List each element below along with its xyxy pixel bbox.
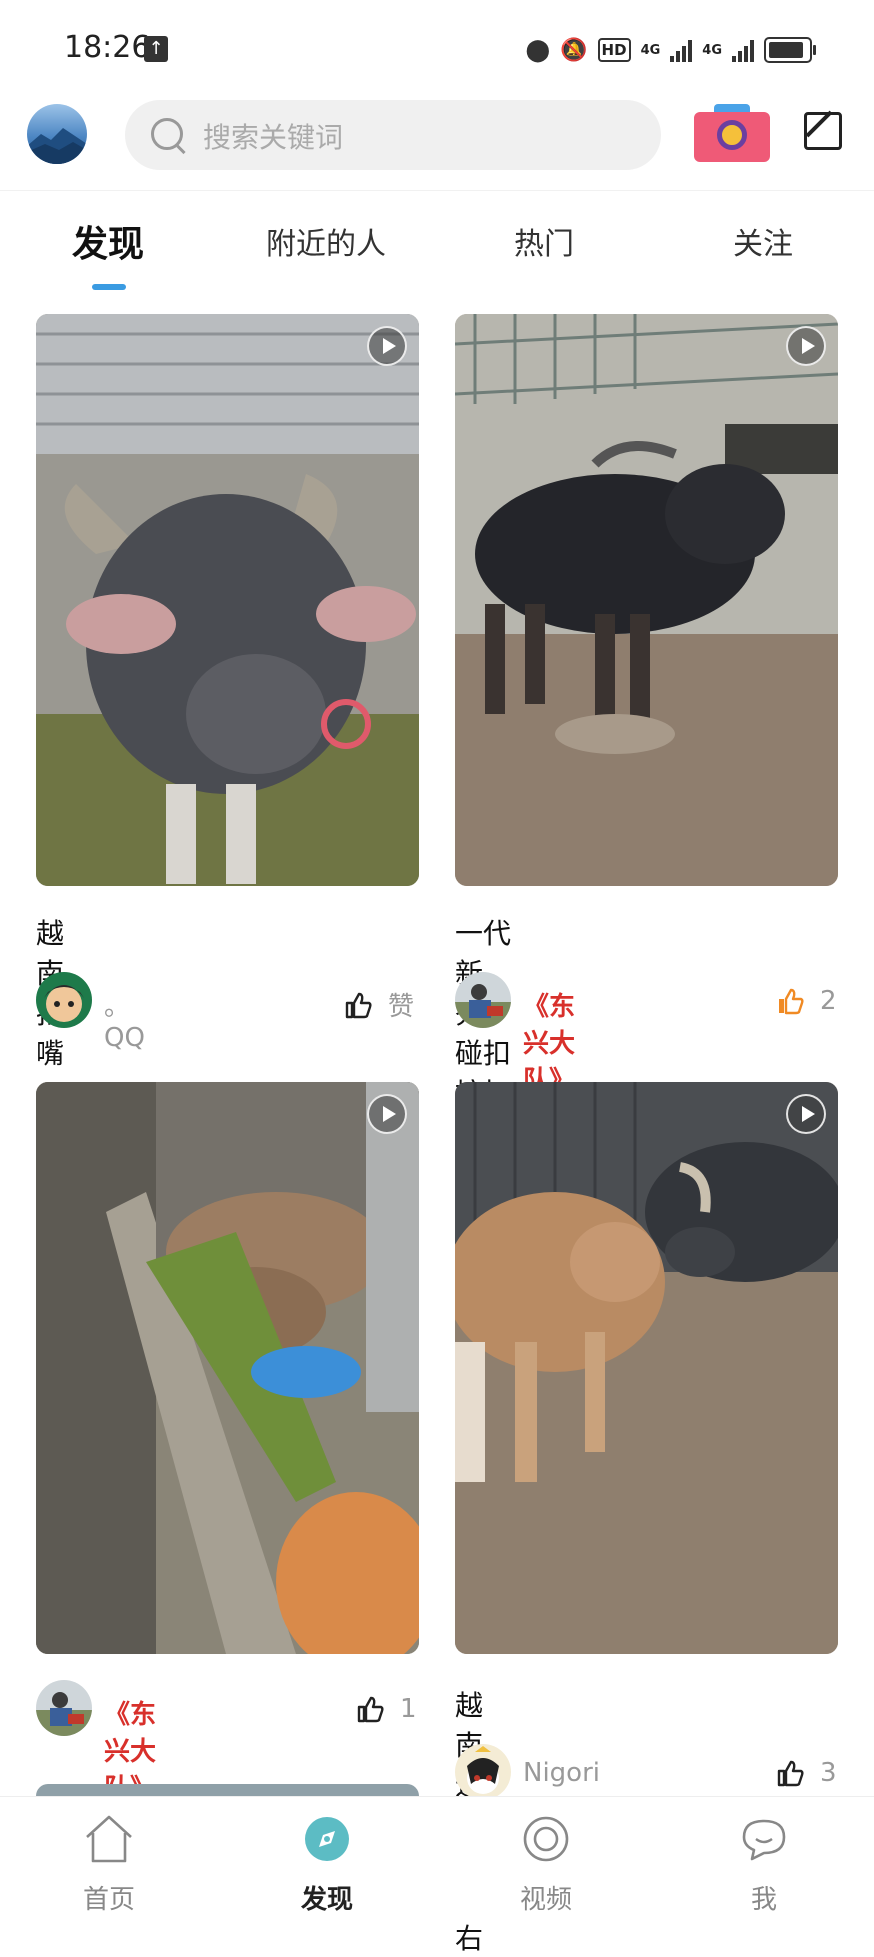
tab-discover[interactable]: 发现 xyxy=(72,215,144,267)
author-avatar[interactable] xyxy=(36,972,92,1028)
nav-label: 我 xyxy=(750,1885,777,1915)
tab-indicator xyxy=(92,284,126,290)
like-count: 2 xyxy=(820,986,837,1016)
nav-home[interactable]: 首页 xyxy=(49,1797,169,1921)
status-bar: 18:26 ↑ ⬤ 🔕 HD 4G 4G xyxy=(0,0,874,96)
author-name[interactable]: 。QQ xyxy=(104,986,145,1053)
author-name[interactable]: Nigori xyxy=(523,1758,600,1788)
chat-icon xyxy=(742,1819,786,1861)
next-card-thumbnail xyxy=(36,1784,419,1796)
mute-icon: 🔕 xyxy=(560,37,588,63)
tab-hot[interactable]: 热门 xyxy=(514,219,574,263)
like-count: 1 xyxy=(400,1694,417,1724)
avatar[interactable] xyxy=(27,104,87,164)
play-icon xyxy=(786,1094,826,1134)
nav-label: 首页 xyxy=(82,1885,135,1915)
video-thumbnail[interactable] xyxy=(36,1082,419,1654)
video-thumbnail[interactable] xyxy=(455,314,838,886)
video-thumbnail[interactable] xyxy=(455,1082,838,1654)
hd-badge: HD xyxy=(597,38,631,62)
thumb-up-icon xyxy=(345,992,372,1018)
like-button[interactable]: 3 xyxy=(776,1758,837,1788)
camera-icon[interactable] xyxy=(694,104,770,162)
discover-icon xyxy=(305,1817,349,1861)
tab-follow[interactable]: 关注 xyxy=(733,219,793,263)
tab-nearby[interactable]: 附近的人 xyxy=(266,219,386,263)
home-icon xyxy=(86,1815,132,1863)
like-button[interactable]: 2 xyxy=(776,986,837,1016)
status-time: 18:26 xyxy=(64,30,151,65)
thumb-up-icon xyxy=(777,1760,804,1787)
thumb-up-icon xyxy=(779,988,804,1015)
search-icon xyxy=(151,118,183,150)
play-icon xyxy=(367,1094,407,1134)
nav-me[interactable]: 我 xyxy=(704,1797,824,1921)
like-button[interactable]: 赞 xyxy=(344,986,414,1023)
signal-icon-2 xyxy=(732,38,754,62)
bottom-nav: 首页 发现 视频 我 xyxy=(0,1796,874,1921)
location-icon: ⬤ xyxy=(525,37,551,63)
author-avatar[interactable] xyxy=(455,1744,511,1800)
tab-bar: 发现 附近的人 热门 关注 xyxy=(0,190,874,291)
battery-icon xyxy=(764,37,816,63)
like-count: 赞 xyxy=(388,992,415,1022)
video-thumbnail[interactable] xyxy=(36,314,419,886)
search-placeholder: 搜索关键词 xyxy=(203,121,344,154)
like-count: 3 xyxy=(820,1758,837,1788)
top-header: 搜索关键词 xyxy=(0,96,874,190)
compose-icon[interactable] xyxy=(804,112,842,150)
network-label-1: 4G xyxy=(640,42,661,58)
author-name[interactable]: 《东兴大队》 xyxy=(523,986,575,1097)
like-button[interactable]: 1 xyxy=(356,1694,417,1724)
author-avatar[interactable] xyxy=(455,972,511,1028)
nav-label: 视频 xyxy=(519,1885,572,1915)
upload-icon: ↑ xyxy=(144,36,168,62)
signal-icon xyxy=(670,38,693,62)
network-label-2: 4G xyxy=(702,42,722,58)
status-icons: ⬤ 🔕 HD 4G 4G xyxy=(525,34,816,66)
nav-label: 发现 xyxy=(300,1885,353,1915)
nav-discover[interactable]: 发现 xyxy=(267,1797,387,1921)
video-icon xyxy=(523,1816,569,1862)
author-avatar[interactable] xyxy=(36,1680,92,1736)
thumb-up-icon xyxy=(357,1696,384,1723)
play-icon xyxy=(367,326,407,366)
play-icon xyxy=(786,326,826,366)
search-input[interactable]: 搜索关键词 xyxy=(125,100,661,170)
nav-video[interactable]: 视频 xyxy=(486,1797,606,1921)
